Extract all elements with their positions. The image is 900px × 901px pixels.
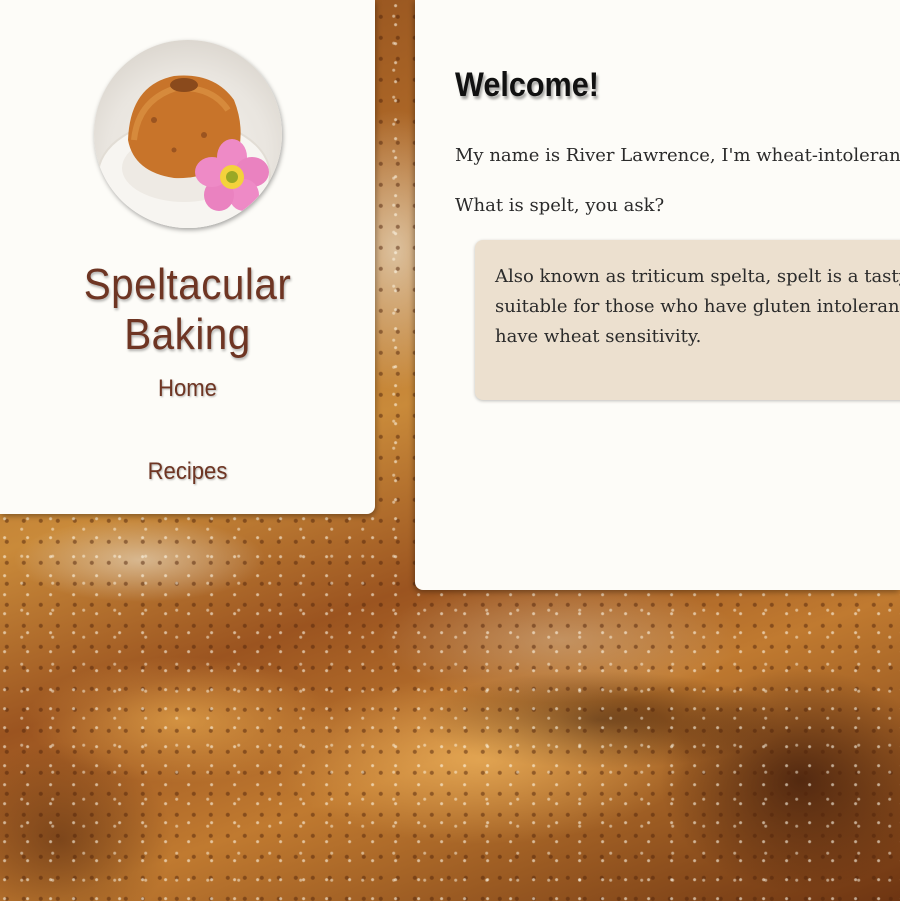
spelt-quote-box: Also known as triticum spelta, spelt is … bbox=[475, 240, 900, 400]
sidebar: Speltacular Baking Home Recipes bbox=[0, 0, 375, 514]
spelt-quote-text: Also known as triticum spelta, spelt is … bbox=[495, 266, 900, 347]
cake-image bbox=[97, 75, 271, 228]
main-content: Welcome! My name is River Lawrence, I'm … bbox=[415, 0, 900, 590]
logo-avatar bbox=[94, 40, 282, 228]
nav-home-link[interactable]: Home bbox=[15, 375, 360, 403]
question-text: What is spelt, you ask? bbox=[455, 195, 665, 216]
intro-text: My name is River Lawrence, I'm wheat-int… bbox=[455, 145, 900, 166]
site-title: Speltacular Baking bbox=[83, 260, 292, 359]
page-heading: Welcome! bbox=[455, 66, 599, 104]
nav-recipes-link[interactable]: Recipes bbox=[15, 458, 360, 486]
